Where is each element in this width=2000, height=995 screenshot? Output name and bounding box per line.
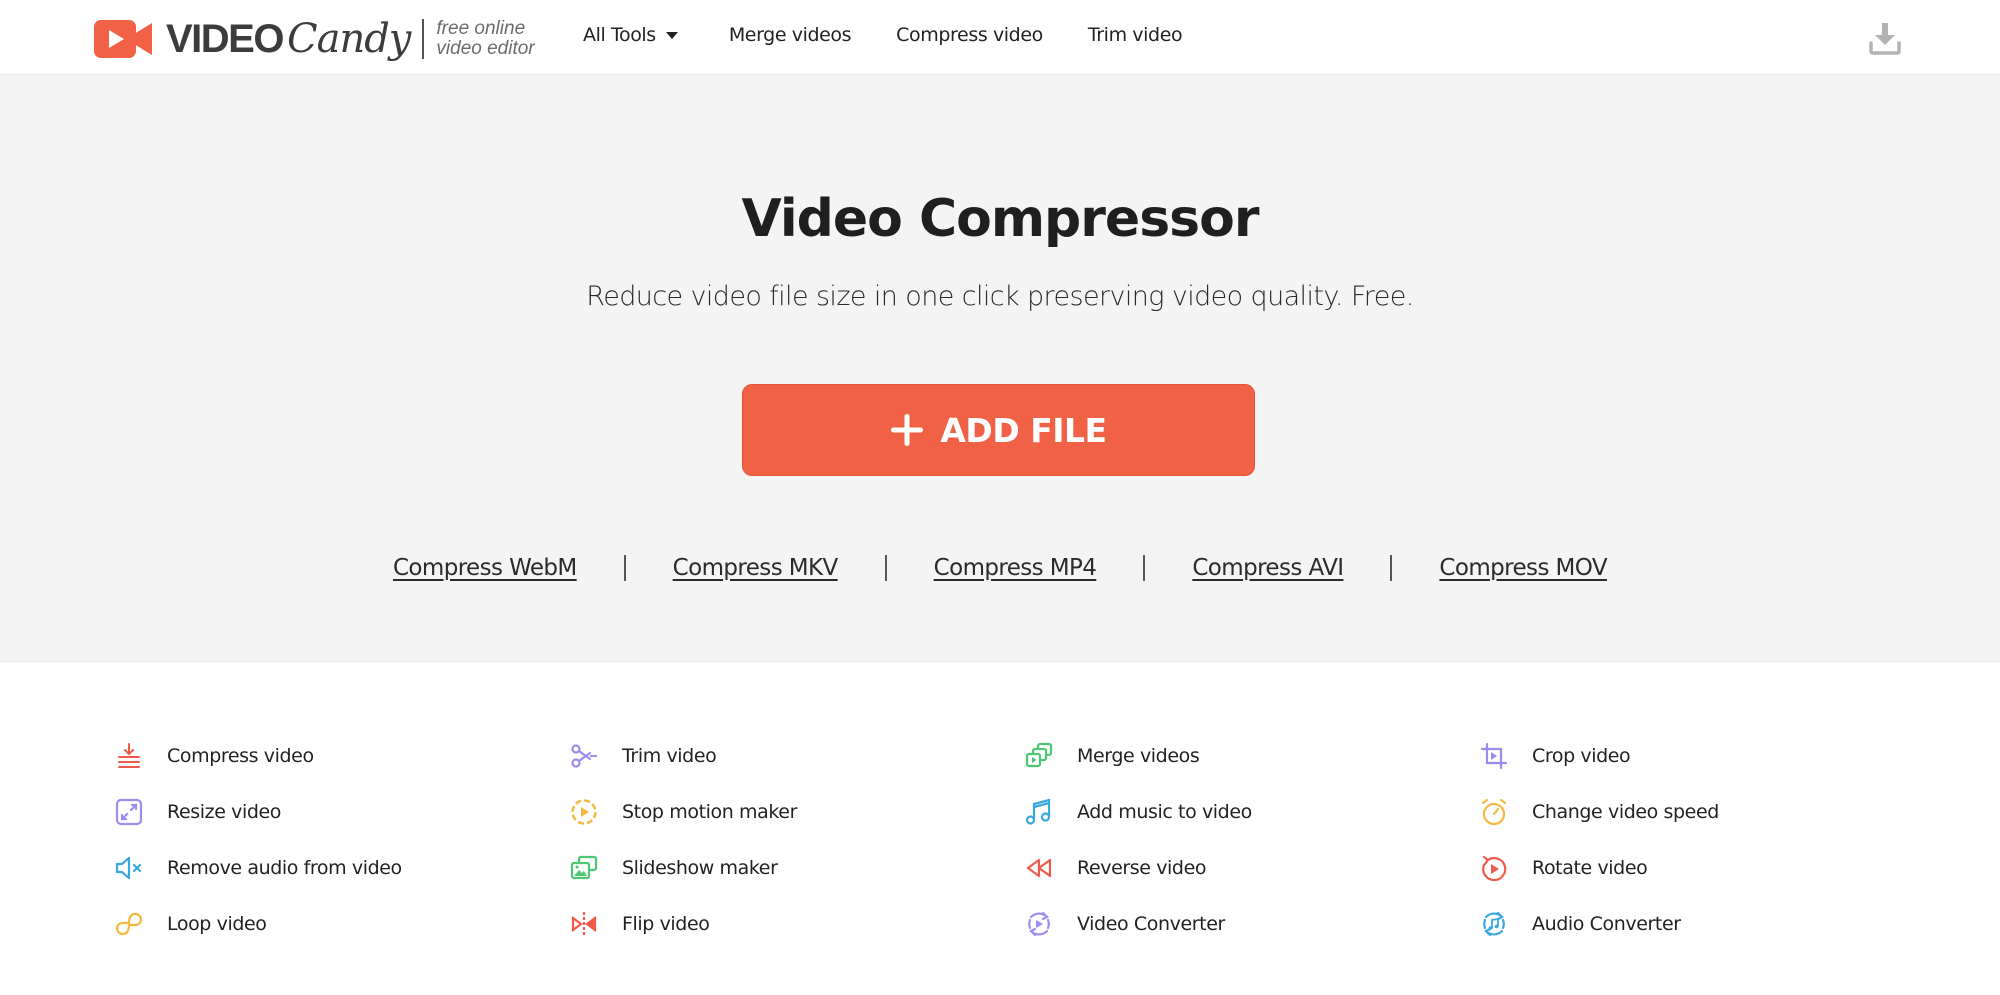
tool-resize-video[interactable]: Resize video [115, 791, 570, 833]
page-title: Video Compressor [741, 189, 1260, 249]
tool-slideshow-maker[interactable]: Slideshow maker [570, 847, 1025, 889]
tool-label: Merge videos [1077, 745, 1200, 767]
plus-icon [891, 414, 924, 446]
tool-flip-video[interactable]: Flip video [570, 903, 1025, 945]
tool-label: Rotate video [1532, 857, 1648, 879]
tool-video-converter[interactable]: Video Converter [1025, 903, 1480, 945]
tools-grid: Compress video Trim video Merge videos C… [115, 735, 1935, 959]
link-separator [1143, 555, 1146, 581]
nav-all-tools[interactable]: All Tools [583, 24, 678, 46]
tool-reverse-video[interactable]: Reverse video [1025, 847, 1480, 889]
resize-icon [115, 798, 143, 826]
audio-convert-icon [1483, 911, 1505, 937]
tool-label: Compress video [167, 745, 314, 767]
main-nav: All Tools Merge videos Compress video Tr… [583, 24, 1183, 46]
compress-icon [118, 743, 140, 768]
tool-loop-video[interactable]: Loop video [115, 903, 570, 945]
link-separator [1390, 555, 1393, 581]
music-note-icon [1025, 798, 1051, 825]
link-compress-webm[interactable]: Compress WebM [393, 555, 577, 581]
tool-label: Stop motion maker [622, 801, 797, 823]
loop-icon [115, 912, 143, 936]
download-icon[interactable] [1868, 20, 1902, 56]
nav-merge-videos[interactable]: Merge videos [729, 24, 852, 46]
tool-crop-video[interactable]: Crop video [1480, 735, 1935, 777]
slideshow-icon [570, 855, 598, 880]
video-camera-icon [94, 20, 152, 58]
logo-divider [422, 19, 425, 59]
tool-label: Change video speed [1532, 801, 1719, 823]
nav-compress-video[interactable]: Compress video [896, 24, 1043, 46]
tool-label: Flip video [622, 913, 710, 935]
logo-link[interactable]: VIDEO Candy free online video editor [94, 14, 535, 64]
page-subtitle: Reduce video file size in one click pres… [586, 281, 1414, 312]
tool-add-music-to-video[interactable]: Add music to video [1025, 791, 1480, 833]
tool-remove-audio[interactable]: Remove audio from video [115, 847, 570, 889]
format-links: Compress WebM Compress MKV Compress MP4 … [0, 555, 2000, 581]
stopwatch-icon [1481, 798, 1507, 826]
tool-label: Video Converter [1077, 913, 1225, 935]
rotate-icon [1482, 855, 1507, 882]
rewind-icon [1026, 858, 1052, 878]
site-header: VIDEO Candy free online video editor All… [0, 0, 2000, 75]
tool-stop-motion-maker[interactable]: Stop motion maker [570, 791, 1025, 833]
tool-rotate-video[interactable]: Rotate video [1480, 847, 1935, 889]
tool-label: Reverse video [1077, 857, 1207, 879]
logo-tagline-line2: video editor [436, 38, 535, 59]
add-file-button[interactable]: ADD FILE [742, 384, 1255, 476]
tool-compress-video[interactable]: Compress video [115, 735, 570, 777]
tool-label: Add music to video [1077, 801, 1252, 823]
tool-merge-videos[interactable]: Merge videos [1025, 735, 1480, 777]
tool-label: Slideshow maker [622, 857, 778, 879]
link-separator [623, 555, 626, 581]
logo-tagline: free online video editor [436, 19, 534, 59]
link-compress-mov[interactable]: Compress MOV [1439, 555, 1607, 581]
mute-icon [115, 856, 142, 880]
hero-section: Video Compressor Reduce video file size … [0, 75, 2000, 662]
tool-trim-video[interactable]: Trim video [570, 735, 1025, 777]
tool-label: Trim video [622, 745, 717, 767]
add-file-label: ADD FILE [940, 410, 1107, 450]
tool-label: Remove audio from video [167, 857, 402, 879]
stop-motion-icon [571, 799, 597, 825]
logo-word-video: VIDEO [166, 17, 284, 61]
tool-audio-converter[interactable]: Audio Converter [1480, 903, 1935, 945]
scissors-icon [571, 744, 598, 768]
tool-label: Resize video [167, 801, 282, 823]
tool-label: Loop video [167, 913, 267, 935]
link-separator [884, 555, 887, 581]
link-compress-mp4[interactable]: Compress MP4 [934, 555, 1097, 581]
tool-label: Crop video [1532, 745, 1631, 767]
flip-icon [571, 912, 597, 936]
crop-icon [1480, 742, 1508, 770]
caret-down-icon [665, 31, 678, 39]
nav-all-tools-label: All Tools [583, 24, 656, 46]
logo-word-candy: Candy [286, 16, 411, 62]
nav-trim-video[interactable]: Trim video [1088, 24, 1183, 46]
merge-icon [1025, 742, 1053, 768]
link-compress-mkv[interactable]: Compress MKV [673, 555, 839, 581]
video-convert-icon [1028, 911, 1050, 937]
tool-change-video-speed[interactable]: Change video speed [1480, 791, 1935, 833]
link-compress-avi[interactable]: Compress AVI [1192, 555, 1344, 581]
tool-label: Audio Converter [1532, 913, 1681, 935]
logo-tagline-line1: free online [436, 18, 526, 39]
